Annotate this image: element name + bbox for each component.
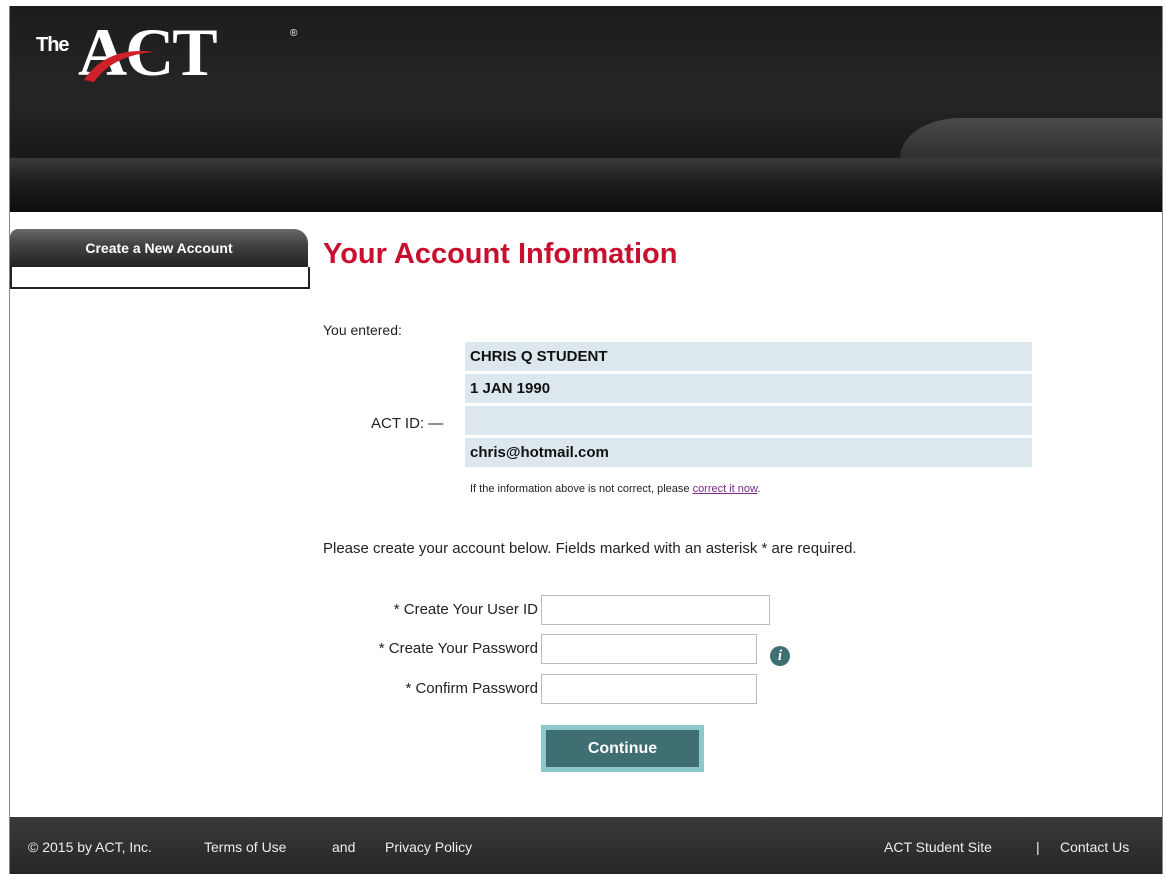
footer-separator: | xyxy=(1036,839,1040,855)
footer-privacy-link[interactable]: Privacy Policy xyxy=(385,839,472,855)
logo-registered-mark: ® xyxy=(290,28,298,39)
footer-contact-link[interactable]: Contact Us xyxy=(1060,839,1129,855)
user-id-label: * Create Your User ID xyxy=(393,601,538,618)
entered-info-table: CHRIS Q STUDENT 1 JAN 1990 chris@hotmail… xyxy=(465,342,1032,470)
sidebar-tab-create-account[interactable]: Create a New Account xyxy=(10,229,308,267)
logo-swoosh-icon xyxy=(84,51,154,82)
page-title: Your Account Information xyxy=(323,238,678,270)
page-frame: The ACT ® Create a New Account Your Acco… xyxy=(9,6,1163,874)
you-entered-label: You entered: xyxy=(323,322,402,338)
entered-name: CHRIS Q STUDENT xyxy=(465,342,1032,371)
continue-button-frame: Continue xyxy=(541,725,704,772)
correct-note: If the information above is not correct,… xyxy=(470,483,760,495)
footer-terms-link[interactable]: Terms of Use xyxy=(204,839,286,855)
site-header: The ACT ® xyxy=(10,6,1162,212)
password-label: * Create Your Password xyxy=(378,640,538,657)
confirm-row: * Confirm Password xyxy=(310,674,770,704)
footer-and: and xyxy=(332,839,356,855)
correct-note-suffix: . xyxy=(757,483,761,495)
site-footer: © 2015 by ACT, Inc. Terms of Use and Pri… xyxy=(10,817,1162,874)
password-row: * Create Your Password xyxy=(310,634,770,664)
act-logo[interactable]: The ACT ® xyxy=(36,18,306,86)
sidebar-box xyxy=(10,267,310,289)
user-id-input[interactable] xyxy=(541,595,770,625)
header-band xyxy=(10,158,1162,212)
footer-student-site-link[interactable]: ACT Student Site xyxy=(884,839,992,855)
sidebar-tab-label: Create a New Account xyxy=(85,240,233,256)
confirm-password-label: * Confirm Password xyxy=(405,680,538,697)
footer-copyright: © 2015 by ACT, Inc. xyxy=(28,839,152,855)
password-info-icon[interactable]: i xyxy=(770,646,790,666)
confirm-password-input[interactable] xyxy=(541,674,757,704)
instructions-text: Please create your account below. Fields… xyxy=(323,540,857,557)
entered-email: chris@hotmail.com xyxy=(465,438,1032,467)
entered-dob: 1 JAN 1990 xyxy=(465,374,1032,403)
user-id-row: * Create Your User ID xyxy=(310,595,770,625)
continue-button[interactable]: Continue xyxy=(546,730,699,767)
correct-note-prefix: If the information above is not correct,… xyxy=(470,483,693,495)
entered-act-id xyxy=(465,406,1032,435)
logo-the-text: The xyxy=(36,34,70,56)
password-input[interactable] xyxy=(541,634,757,664)
act-id-label: ACT ID: — xyxy=(371,415,444,432)
correct-it-now-link[interactable]: correct it now xyxy=(693,483,758,495)
